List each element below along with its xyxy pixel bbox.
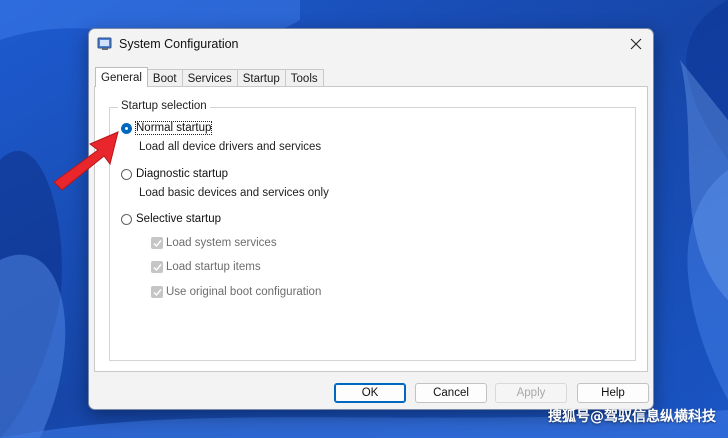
radio-unselected-icon[interactable]: [121, 168, 132, 180]
system-configuration-dialog: System Configuration General Boot Servic…: [88, 28, 654, 410]
general-tab-panel: Startup selection Normal startup Load al…: [94, 86, 648, 372]
use-original-boot-config-label: Use original boot configuration: [166, 286, 322, 298]
diagnostic-startup-description: Load basic devices and services only: [139, 187, 329, 199]
normal-startup-radio[interactable]: Normal startup: [121, 121, 213, 135]
load-system-services-label: Load system services: [166, 237, 277, 249]
load-startup-items-checkbox: Load startup items: [151, 261, 261, 273]
cancel-button[interactable]: Cancel: [415, 383, 487, 403]
tab-startup[interactable]: Startup: [236, 69, 286, 87]
tab-general[interactable]: General: [95, 67, 148, 87]
tab-boot[interactable]: Boot: [146, 69, 183, 87]
load-system-services-checkbox: Load system services: [151, 237, 277, 249]
help-button[interactable]: Help: [577, 383, 649, 403]
msconfig-icon: [97, 36, 113, 52]
selective-startup-label[interactable]: Selective startup: [136, 213, 221, 225]
apply-button: Apply: [495, 383, 567, 403]
load-startup-items-label: Load startup items: [166, 261, 261, 273]
tab-tools[interactable]: Tools: [284, 69, 324, 87]
radio-selected-icon[interactable]: [121, 122, 132, 134]
checkmark-icon: [151, 261, 163, 273]
close-icon[interactable]: [625, 34, 647, 54]
use-original-boot-config-checkbox: Use original boot configuration: [151, 286, 321, 298]
normal-startup-label[interactable]: Normal startup: [134, 121, 213, 135]
normal-startup-description: Load all device drivers and services: [139, 141, 322, 153]
startup-selection-group: Startup selection Normal startup Load al…: [109, 100, 636, 361]
tab-services[interactable]: Services: [181, 69, 238, 87]
radio-unselected-icon[interactable]: [121, 213, 132, 225]
checkmark-icon: [151, 286, 163, 298]
diagnostic-startup-label[interactable]: Diagnostic startup: [136, 168, 228, 180]
selective-startup-radio[interactable]: Selective startup: [121, 213, 221, 225]
group-label: Startup selection: [118, 100, 210, 112]
watermark-text: 搜狐号@驾驭信息纵横科技: [548, 409, 716, 425]
tab-strip: General Boot Services Startup Tools: [95, 67, 324, 87]
checkmark-icon: [151, 237, 163, 249]
ok-button[interactable]: OK: [334, 383, 406, 403]
red-arrow-annotation: [53, 131, 119, 191]
window-title: System Configuration: [119, 37, 239, 51]
title-bar[interactable]: System Configuration: [89, 29, 653, 59]
diagnostic-startup-radio[interactable]: Diagnostic startup: [121, 168, 228, 180]
